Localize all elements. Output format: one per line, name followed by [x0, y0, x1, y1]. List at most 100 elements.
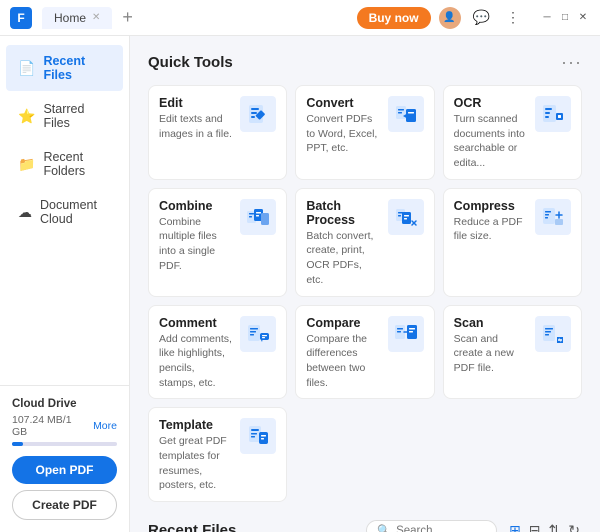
tool-convert[interactable]: Convert Convert PDFs to Word, Excel, PPT…: [295, 85, 434, 180]
refresh-icon[interactable]: ↻: [566, 520, 582, 532]
sidebar-item-document-cloud-label: Document Cloud: [40, 198, 111, 226]
minimize-button[interactable]: ─: [540, 11, 554, 25]
search-bar: 🔍: [366, 520, 497, 532]
sidebar-item-document-cloud[interactable]: ☁ Document Cloud: [6, 189, 123, 235]
home-tab-label: Home: [54, 11, 86, 25]
add-tab-button[interactable]: +: [122, 7, 133, 28]
template-icon: [240, 418, 276, 454]
sidebar-item-recent-folders[interactable]: 📁 Recent Folders: [6, 141, 123, 187]
sidebar-item-recent-files-label: Recent Files: [43, 54, 111, 82]
starred-files-icon: ⭐: [18, 108, 35, 125]
view-icons: ⊞ ⊟ ⇅ ↻: [507, 520, 582, 532]
storage-progress-bg: [12, 442, 117, 446]
tool-edit[interactable]: Edit Edit texts and images in a file.: [148, 85, 287, 180]
grid-view-icon[interactable]: ⊞: [507, 520, 523, 532]
sort-icon[interactable]: ⇅: [547, 520, 563, 532]
titlebar: F Home ✕ + Buy now 👤 💬 ⋮ ─ □ ✕: [0, 0, 600, 36]
maximize-button[interactable]: □: [558, 11, 572, 25]
tool-edit-text: Edit Edit texts and images in a file.: [159, 96, 232, 141]
tool-ocr-desc: Turn scanned documents into searchable o…: [454, 112, 527, 171]
app-logo: F: [10, 7, 32, 29]
tool-batch-name: Batch Process: [306, 199, 379, 227]
tool-template-text: Template Get great PDF templates for res…: [159, 418, 232, 493]
convert-icon: [388, 96, 424, 132]
list-view-icon[interactable]: ⊟: [527, 520, 543, 532]
tool-ocr[interactable]: OCR Turn scanned documents into searchab…: [443, 85, 582, 180]
tool-compress-text: Compress Reduce a PDF file size.: [454, 199, 527, 244]
sidebar: 📄 Recent Files ⭐ Starred Files 📁 Recent …: [0, 36, 130, 532]
combine-icon: [240, 199, 276, 235]
user-avatar[interactable]: 👤: [439, 7, 461, 29]
tool-batch-process[interactable]: Batch Process Batch convert, create, pri…: [295, 188, 434, 297]
recent-files-controls: 🔍 ⊞ ⊟ ⇅ ↻: [366, 520, 582, 532]
open-pdf-button[interactable]: Open PDF: [12, 456, 117, 484]
tool-scan-desc: Scan and create a new PDF file.: [454, 332, 527, 376]
tool-combine-desc: Combine multiple files into a single PDF…: [159, 215, 232, 274]
tool-comment[interactable]: Comment Add comments, like highlights, p…: [148, 305, 287, 400]
recent-files-icon: 📄: [18, 60, 35, 77]
sidebar-item-recent-files[interactable]: 📄 Recent Files: [6, 45, 123, 91]
close-button[interactable]: ✕: [576, 11, 590, 25]
tool-edit-name: Edit: [159, 96, 232, 110]
main-content: Quick Tools ··· Edit Edit texts and imag…: [130, 36, 600, 532]
quick-tools-header: Quick Tools ···: [148, 52, 582, 73]
tool-compress-name: Compress: [454, 199, 527, 213]
comment-icon: [240, 316, 276, 352]
tool-template[interactable]: Template Get great PDF templates for res…: [148, 407, 287, 502]
tool-batch-desc: Batch convert, create, print, OCR PDFs, …: [306, 229, 379, 288]
tool-ocr-name: OCR: [454, 96, 527, 110]
tool-compress[interactable]: Compress Reduce a PDF file size.: [443, 188, 582, 297]
home-tab-close[interactable]: ✕: [92, 12, 100, 23]
edit-icon: [240, 96, 276, 132]
quick-tools-more[interactable]: ···: [561, 52, 582, 73]
sidebar-bottom: Cloud Drive 107.24 MB/1 GB More Open PDF…: [0, 385, 129, 532]
tool-scan-text: Scan Scan and create a new PDF file.: [454, 316, 527, 376]
tool-convert-text: Convert Convert PDFs to Word, Excel, PPT…: [306, 96, 379, 156]
tool-template-name: Template: [159, 418, 232, 432]
buy-now-button[interactable]: Buy now: [357, 7, 431, 29]
tool-comment-desc: Add comments, like highlights, pencils, …: [159, 332, 232, 391]
home-tab[interactable]: Home ✕: [42, 7, 112, 29]
tool-convert-name: Convert: [306, 96, 379, 110]
recent-folders-icon: 📁: [18, 156, 35, 173]
ocr-icon: [535, 96, 571, 132]
tool-edit-desc: Edit texts and images in a file.: [159, 112, 232, 141]
titlebar-left: F Home ✕ +: [10, 7, 133, 29]
compress-icon: [535, 199, 571, 235]
storage-info: 107.24 MB/1 GB More: [12, 414, 117, 438]
more-storage-link[interactable]: More: [93, 420, 117, 432]
tool-comment-text: Comment Add comments, like highlights, p…: [159, 316, 232, 391]
chat-icon[interactable]: 💬: [469, 7, 494, 28]
scan-icon: [535, 316, 571, 352]
window-controls: ─ □ ✕: [540, 11, 590, 25]
tool-combine-name: Combine: [159, 199, 232, 213]
search-icon: 🔍: [377, 524, 391, 532]
cloud-drive-title: Cloud Drive: [12, 398, 117, 410]
tool-compare[interactable]: Compare Compare the differences between …: [295, 305, 434, 400]
tool-batch-text: Batch Process Batch convert, create, pri…: [306, 199, 379, 288]
tool-comment-name: Comment: [159, 316, 232, 330]
tool-scan[interactable]: Scan Scan and create a new PDF file.: [443, 305, 582, 400]
titlebar-right: Buy now 👤 💬 ⋮ ─ □ ✕: [357, 7, 590, 29]
sidebar-item-recent-folders-label: Recent Folders: [43, 150, 111, 178]
quick-tools-title: Quick Tools: [148, 54, 233, 71]
tool-compress-desc: Reduce a PDF file size.: [454, 215, 527, 244]
batch-icon: [388, 199, 424, 235]
recent-files-section-header: Recent Files 🔍 ⊞ ⊟ ⇅ ↻: [148, 520, 582, 532]
document-cloud-icon: ☁: [18, 204, 32, 221]
app-body: 📄 Recent Files ⭐ Starred Files 📁 Recent …: [0, 36, 600, 532]
tool-compare-desc: Compare the differences between two file…: [306, 332, 379, 391]
sidebar-item-starred-files[interactable]: ⭐ Starred Files: [6, 93, 123, 139]
tool-combine-text: Combine Combine multiple files into a si…: [159, 199, 232, 274]
recent-files-title: Recent Files: [148, 522, 236, 532]
tool-convert-desc: Convert PDFs to Word, Excel, PPT, etc.: [306, 112, 379, 156]
tool-combine[interactable]: Combine Combine multiple files into a si…: [148, 188, 287, 297]
more-icon[interactable]: ⋮: [502, 7, 524, 28]
storage-progress-fill: [12, 442, 23, 446]
tool-scan-name: Scan: [454, 316, 527, 330]
tool-template-desc: Get great PDF templates for resumes, pos…: [159, 434, 232, 493]
search-input[interactable]: [396, 525, 486, 532]
tool-compare-name: Compare: [306, 316, 379, 330]
create-pdf-button[interactable]: Create PDF: [12, 490, 117, 520]
sidebar-item-starred-files-label: Starred Files: [43, 102, 111, 130]
